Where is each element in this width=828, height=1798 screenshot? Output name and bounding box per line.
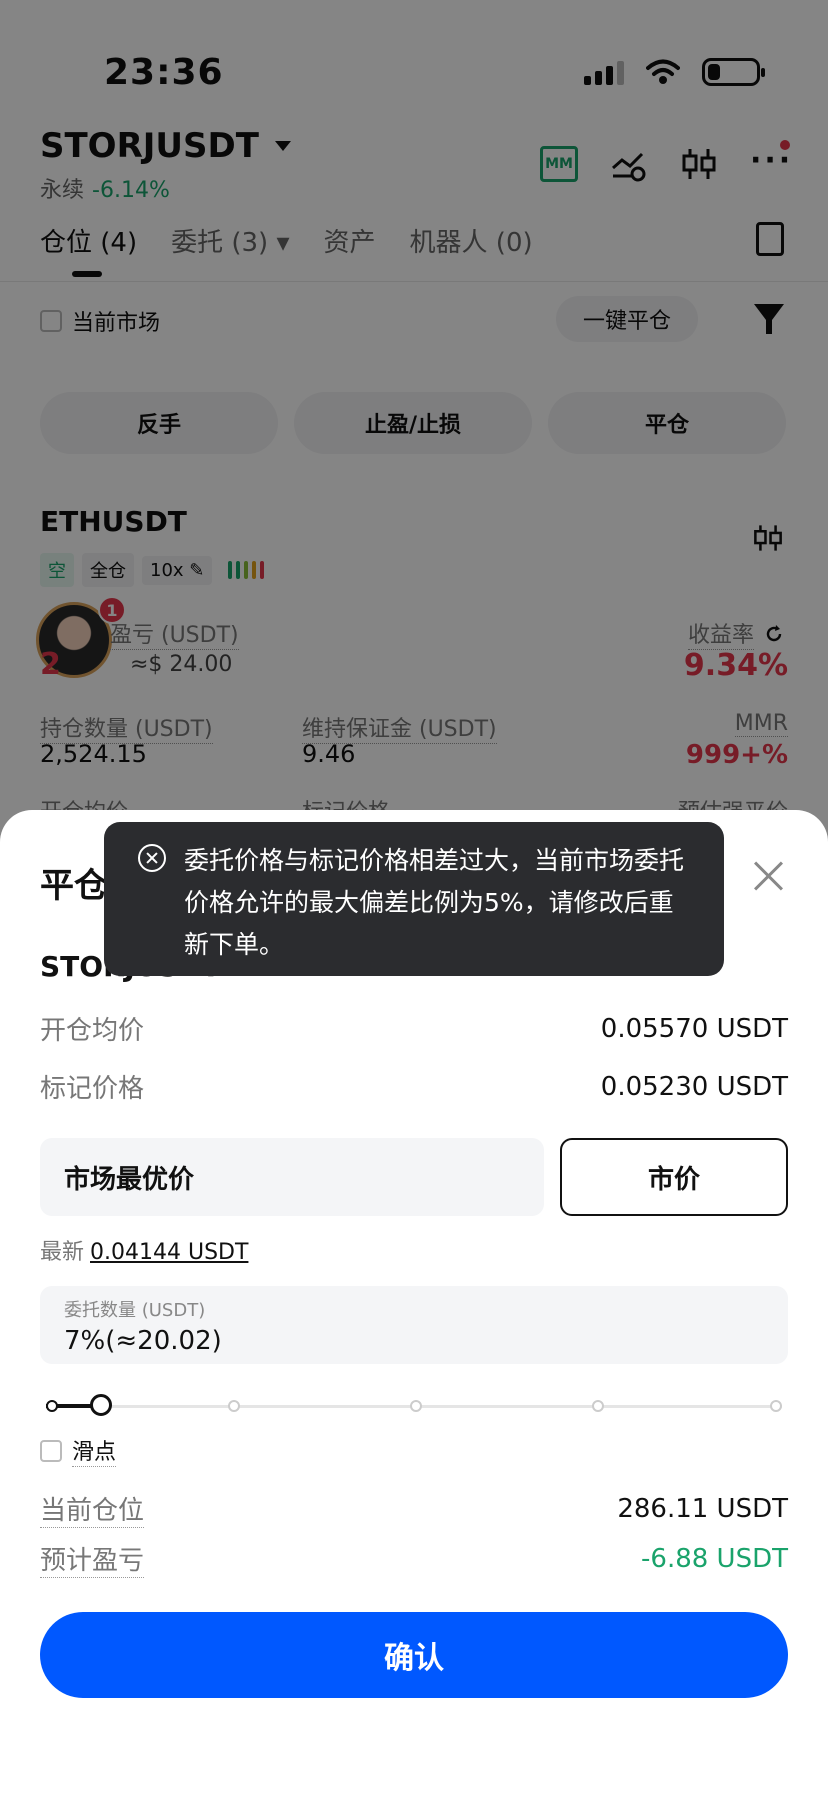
slider-stop-25[interactable] (228, 1400, 240, 1412)
current-position-value: 286.11 USDT (617, 1494, 788, 1524)
current-position-row: 当前仓位 286.11 USDT (40, 1490, 788, 1528)
sheet-title: 平仓 (40, 866, 108, 906)
mark-price-label: 标记价格 (40, 1074, 145, 1104)
error-toast: 委托价格与标记价格相差过大，当前市场委托价格允许的最大偏差比例为5%，请修改后重… (104, 822, 724, 976)
entry-price-row: 开仓均价 0.05570 USDT (40, 1010, 788, 1047)
slippage-checkbox[interactable] (40, 1439, 62, 1462)
mark-price-row: 标记价格 0.05230 USDT (40, 1068, 788, 1105)
confirm-button[interactable]: 确认 (40, 1612, 788, 1698)
estimated-pnl-label: 预计盈亏 (40, 1540, 145, 1578)
mark-price-value: 0.05230 USDT (600, 1071, 788, 1102)
slider-knob[interactable] (90, 1394, 112, 1416)
estimated-pnl-value: -6.88 USDT (641, 1544, 788, 1574)
market-order-button[interactable]: 市价 (560, 1138, 788, 1216)
quantity-value: 7%(≈20.02) (64, 1326, 222, 1356)
entry-price-value: 0.05570 USDT (600, 1013, 788, 1044)
latest-price: 最新 0.04144 USDT (40, 1234, 248, 1266)
toast-message: 委托价格与标记价格相差过大，当前市场委托价格允许的最大偏差比例为5%，请修改后重… (184, 846, 685, 959)
slider-stop-0[interactable] (46, 1400, 58, 1412)
quantity-label: 委托数量 (USDT) (64, 1300, 206, 1321)
slider-stop-75[interactable] (592, 1400, 604, 1412)
latest-price-value[interactable]: 0.04144 USDT (90, 1240, 248, 1265)
latest-price-label: 最新 (40, 1240, 85, 1265)
entry-price-label: 开仓均价 (40, 1016, 145, 1046)
slippage-label: 滑点 (72, 1434, 117, 1467)
close-icon[interactable] (752, 860, 784, 892)
slider-stop-50[interactable] (410, 1400, 422, 1412)
quantity-slider[interactable] (46, 1392, 782, 1420)
quantity-input[interactable]: 委托数量 (USDT) 7%(≈20.02) (40, 1286, 788, 1364)
slider-stop-100[interactable] (770, 1400, 782, 1412)
price-input[interactable]: 市场最优价 (40, 1138, 544, 1216)
current-position-label: 当前仓位 (40, 1490, 145, 1528)
slippage-option[interactable]: 滑点 (40, 1434, 117, 1467)
error-circle-icon (138, 844, 166, 872)
estimated-pnl-row: 预计盈亏 -6.88 USDT (40, 1540, 788, 1578)
